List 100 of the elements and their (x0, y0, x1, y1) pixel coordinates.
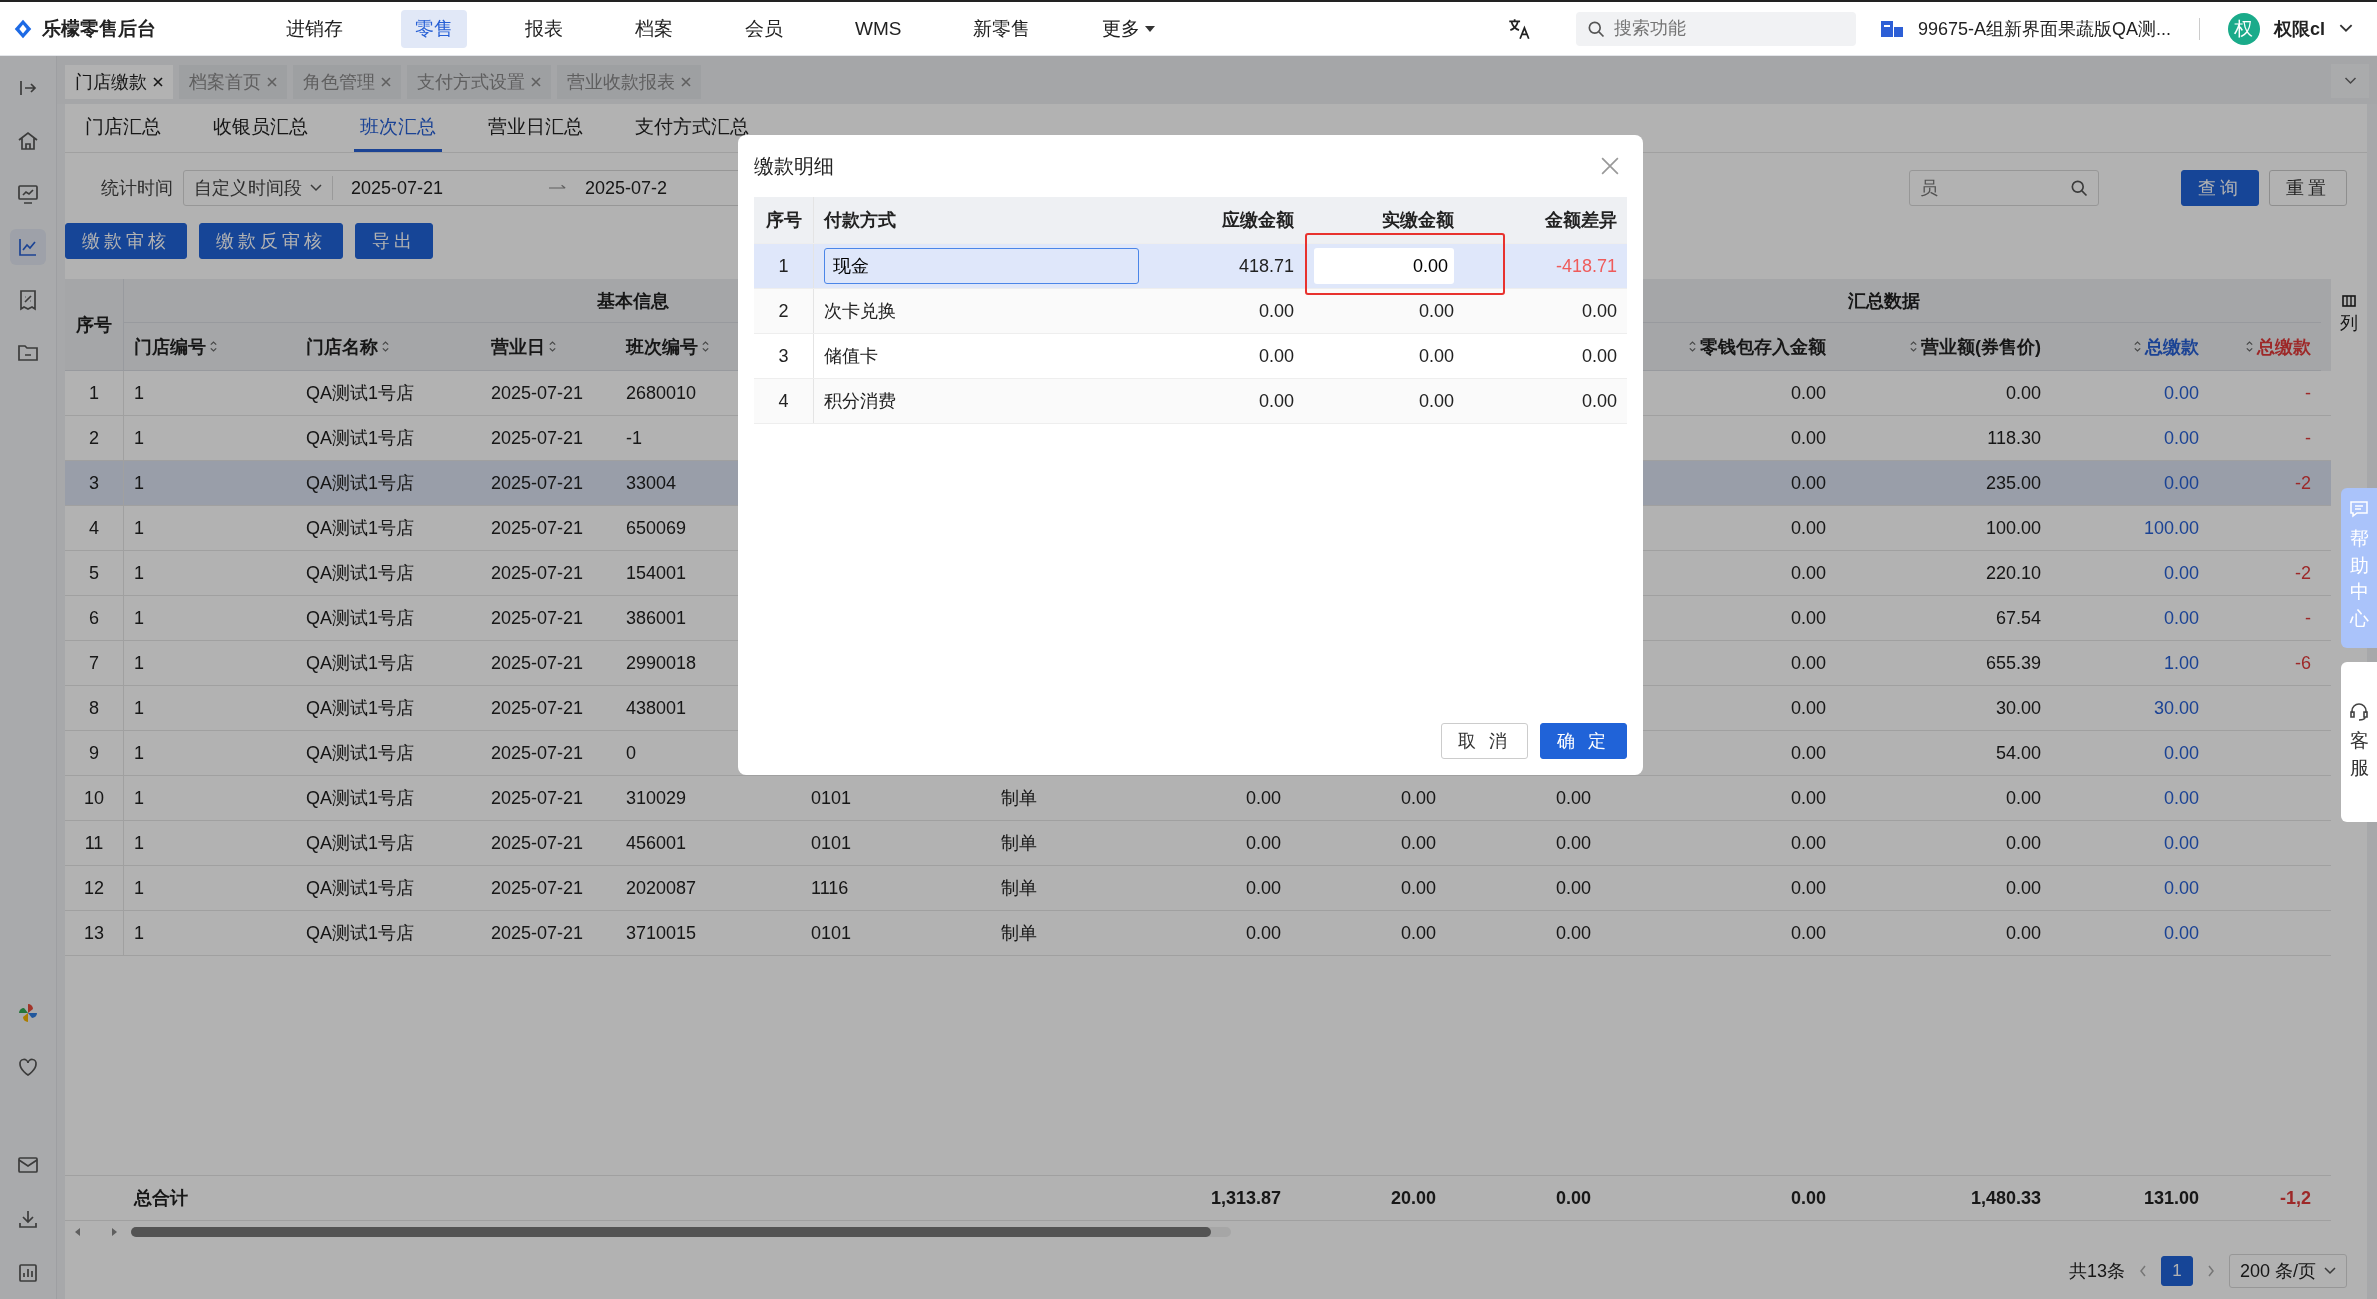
table-cell: 0.00 (2163, 427, 2199, 449)
table-cell: 1 (134, 382, 144, 404)
table-cell-text: QA测试1号店 (306, 562, 415, 585)
table-cell: 0.00 (2005, 922, 2041, 944)
table-cell: 67.54 (1995, 607, 2041, 629)
table-cell: 0.00 (1555, 787, 1591, 809)
table-cell-text: QA测试1号店 (306, 652, 415, 675)
table-cell-text: 0.00 (1580, 299, 1618, 323)
table-cell: 4 (754, 379, 814, 423)
table-cell: 0.00 (1555, 922, 1591, 944)
table-cell: 1116 (811, 877, 849, 899)
table-cell-text: 0.00 (1417, 389, 1455, 413)
table-cell: 1 (134, 787, 144, 809)
table-cell: 0.00 (1245, 832, 1281, 854)
table-cell: 12 (65, 866, 124, 910)
table-cell: 33004 (626, 472, 677, 494)
table-cell: 154001 (626, 562, 687, 584)
table-cell-text: QA测试1号店 (306, 607, 415, 630)
table-cell: 0.00 (1790, 697, 1826, 719)
table-cell: 0.00 (1400, 922, 1436, 944)
table-cell: 3 (754, 334, 814, 378)
table-cell: 2025-07-21 (491, 787, 584, 809)
table-cell-text: -418.71 (1554, 254, 1618, 278)
table-cell: 0.00 (1790, 652, 1826, 674)
table-cell: 0 (626, 742, 636, 764)
table-cell: 2025-07-21 (491, 517, 584, 539)
table-cell: 0101 (811, 922, 852, 944)
table-cell: 0.00 (2163, 922, 2199, 944)
table-cell: 54.00 (1995, 742, 2041, 764)
table-cell: 1 (134, 877, 144, 899)
table-cell: 2025-07-21 (491, 877, 584, 899)
table-cell-text: QA测试1号店 (306, 472, 415, 495)
table-cell: 0.00 (2005, 382, 2041, 404)
table-cell: -1 (626, 427, 642, 449)
table-cell: 2025-07-21 (491, 382, 584, 404)
table-cell-text: 1,313.87 (1209, 1186, 1282, 1210)
table-cell-text: QA测试1号店 (306, 382, 415, 405)
table-cell: 0.00 (2163, 877, 2199, 899)
table-cell-text: QA测试1号店 (306, 697, 415, 720)
table-cell-text: 0.00 (1257, 344, 1295, 368)
table-cell: 650069 (626, 517, 687, 539)
table-cell: 100.00 (2143, 517, 2199, 539)
table-cell: 2025-07-21 (491, 607, 584, 629)
table-cell-text: QA测试1号店 (306, 877, 415, 900)
table-cell-text: 0.00 (1554, 1186, 1592, 1210)
table-cell: 0.00 (1555, 877, 1591, 899)
table-cell-text: 131.00 (2142, 1186, 2200, 1210)
table-cell: 2025-07-21 (491, 697, 584, 719)
table-cell: 2680010 (626, 382, 697, 404)
table-cell: 2 (754, 289, 814, 333)
table-cell: 0.00 (2163, 382, 2199, 404)
table-cell: 1 (134, 832, 144, 854)
table-cell-text: 0.00 (1789, 1186, 1827, 1210)
table-cell: 3710015 (626, 922, 697, 944)
table-cell: 1 (134, 742, 144, 764)
table-cell: 9 (65, 731, 124, 775)
table-cell: 13 (65, 911, 124, 955)
table-cell: 1 (134, 472, 144, 494)
table-cell: 0.00 (1245, 877, 1281, 899)
table-cell-text: 0.00 (1580, 389, 1618, 413)
table-cell-text: 总合计 (132, 1187, 189, 1210)
table-cell: 30.00 (1995, 697, 2041, 719)
table-cell-text: 20.00 (1389, 1186, 1437, 1210)
table-cell: 2025-07-21 (491, 427, 584, 449)
table-cell: 6 (65, 596, 124, 640)
table-cell: - (2305, 607, 2311, 629)
column-header: 金额差异 (1544, 209, 1618, 232)
table-cell-text: 制单 (1001, 877, 1037, 900)
table-cell: 0.00 (1790, 877, 1826, 899)
table-cell: 1 (754, 244, 814, 288)
table-cell: 0.00 (1790, 787, 1826, 809)
table-cell: 0.00 (2005, 877, 2041, 899)
table-cell-text: 0.00 (1257, 299, 1295, 323)
table-cell: 0.00 (1790, 832, 1826, 854)
table-cell: 1 (134, 562, 144, 584)
table-cell: 386001 (626, 607, 687, 629)
table-cell: 0.00 (1400, 787, 1436, 809)
table-cell-text: QA测试1号店 (306, 922, 415, 945)
table-cell-text: QA测试1号店 (306, 832, 415, 855)
table-cell-text: QA测试1号店 (306, 742, 415, 765)
table-cell: 0.00 (2163, 742, 2199, 764)
table-cell: 0.00 (1790, 427, 1826, 449)
table-cell: 0.00 (1790, 472, 1826, 494)
table-cell: 118.30 (1987, 427, 2041, 449)
table-cell-text: QA测试1号店 (306, 787, 415, 810)
table-cell: 0101 (811, 832, 852, 854)
table-cell-text: 制单 (1001, 922, 1037, 945)
table-cell: 0.00 (2005, 787, 2041, 809)
table-cell: 0.00 (2163, 832, 2199, 854)
table-cell: 1 (65, 371, 124, 415)
table-cell: -6 (2295, 652, 2311, 674)
table-cell: 11 (65, 821, 124, 865)
table-cell: 2025-07-21 (491, 562, 584, 584)
table-cell: 0.00 (1790, 607, 1826, 629)
table-cell: 3 (65, 461, 124, 505)
table-cell-text: 次卡兑换 (823, 300, 897, 323)
table-cell: 235.00 (1985, 472, 2041, 494)
table-cell: -2 (2295, 562, 2311, 584)
column-header: 序号 (754, 197, 814, 243)
table-cell: - (2305, 382, 2311, 404)
